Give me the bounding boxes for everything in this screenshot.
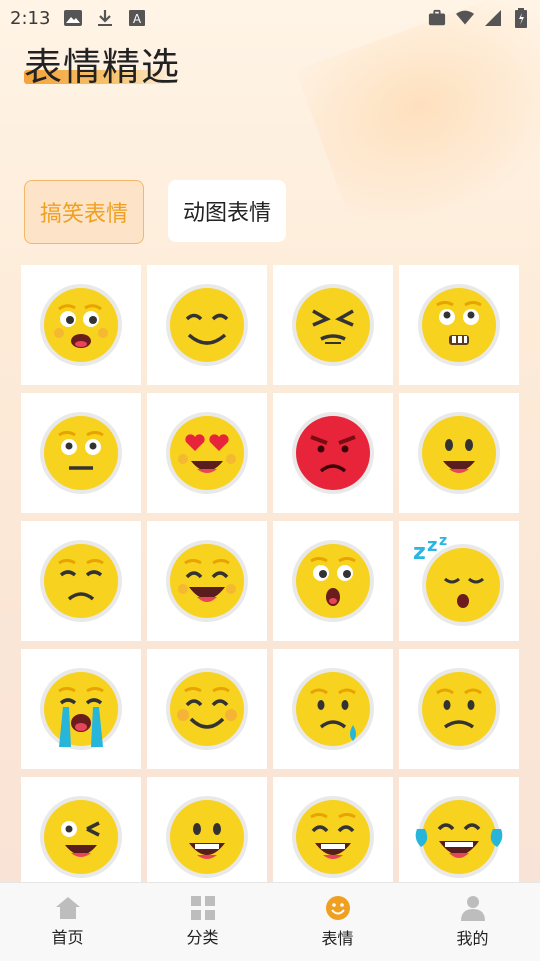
surprised-face-icon	[292, 540, 374, 622]
emoji-cell[interactable]	[147, 521, 267, 641]
download-icon	[96, 9, 114, 27]
emoji-cell[interactable]	[273, 521, 393, 641]
emoji-cell[interactable]	[273, 265, 393, 385]
battery-icon	[512, 8, 530, 28]
status-bar: 2:13 A	[0, 0, 540, 36]
nav-category[interactable]: 分类	[135, 883, 270, 961]
emoji-cell[interactable]	[21, 777, 141, 897]
svg-text:z: z	[439, 533, 447, 549]
emoji-cell[interactable]	[147, 265, 267, 385]
slightly-frowning-face-icon	[418, 668, 500, 750]
nav-home[interactable]: 首页	[0, 883, 135, 961]
emoji-cell[interactable]	[399, 393, 519, 513]
emoji-cell[interactable]	[399, 265, 519, 385]
wifi-icon	[456, 9, 474, 27]
squinting-face-icon	[292, 284, 374, 366]
nervous-teeth-face-icon	[418, 284, 500, 366]
title-block: 表情精选	[24, 36, 180, 91]
heart-eyes-face-icon	[166, 412, 248, 494]
nav-profile[interactable]: 我的	[405, 883, 540, 961]
a-box-icon: A	[128, 9, 146, 27]
emoji-cell[interactable]	[399, 777, 519, 897]
nav-label: 分类	[186, 928, 219, 947]
tab-animated[interactable]: 动图表情	[168, 180, 286, 242]
emoji-cell[interactable]	[21, 393, 141, 513]
smiling-face-icon	[166, 284, 248, 366]
sad-tear-face-icon	[292, 668, 374, 750]
grid-icon	[190, 896, 215, 920]
smiley-icon	[325, 896, 350, 920]
home-icon	[55, 897, 80, 919]
category-tabs: 搞笑表情 动图表情	[24, 180, 286, 244]
signal-icon	[484, 9, 502, 27]
loudly-crying-face-icon	[40, 668, 122, 750]
svg-text:z: z	[413, 540, 426, 565]
emoji-cell[interactable]: z z z	[399, 521, 519, 641]
emoji-cell[interactable]	[147, 649, 267, 769]
shocked-face-icon	[40, 284, 122, 366]
emoji-cell[interactable]	[273, 393, 393, 513]
page-title: 表情精选	[24, 45, 181, 89]
emoji-cell[interactable]	[147, 393, 267, 513]
tears-of-joy-face-icon	[415, 796, 503, 878]
angry-red-face-icon	[292, 412, 374, 494]
blushing-smile-face-icon	[166, 668, 248, 750]
sleeping-face-icon: z z z	[413, 533, 504, 626]
tab-funny[interactable]: 搞笑表情	[24, 180, 144, 244]
nav-label: 表情	[321, 929, 354, 948]
bottom-navigation: 首页 分类 表情 我的	[0, 882, 540, 961]
emoji-cell[interactable]	[273, 777, 393, 897]
neutral-face-icon	[40, 412, 122, 494]
svg-text:z: z	[427, 535, 437, 556]
emoji-cell[interactable]	[147, 777, 267, 897]
svg-text:A: A	[133, 12, 142, 26]
emoji-cell[interactable]	[21, 649, 141, 769]
disappointed-face-icon	[40, 540, 122, 622]
emoji-cell[interactable]	[273, 649, 393, 769]
emoji-grid: z z z	[21, 265, 519, 897]
grinning-eyes-closed-face-icon	[166, 540, 248, 622]
grinning-face-icon	[418, 412, 500, 494]
emoji-cell[interactable]	[21, 265, 141, 385]
person-icon	[460, 896, 485, 921]
happy-grin-face-icon	[166, 796, 248, 878]
nav-label: 首页	[51, 928, 84, 947]
emoji-cell[interactable]	[399, 649, 519, 769]
image-icon	[64, 9, 83, 27]
emoji-cell[interactable]	[21, 521, 141, 641]
status-time: 2:13	[10, 7, 51, 29]
nav-emoji[interactable]: 表情	[270, 883, 405, 961]
briefcase-icon	[428, 9, 446, 27]
background-decoration	[295, 0, 540, 249]
grin-squint-face-icon	[292, 796, 374, 878]
winking-face-icon	[40, 796, 122, 878]
nav-label: 我的	[456, 929, 489, 948]
